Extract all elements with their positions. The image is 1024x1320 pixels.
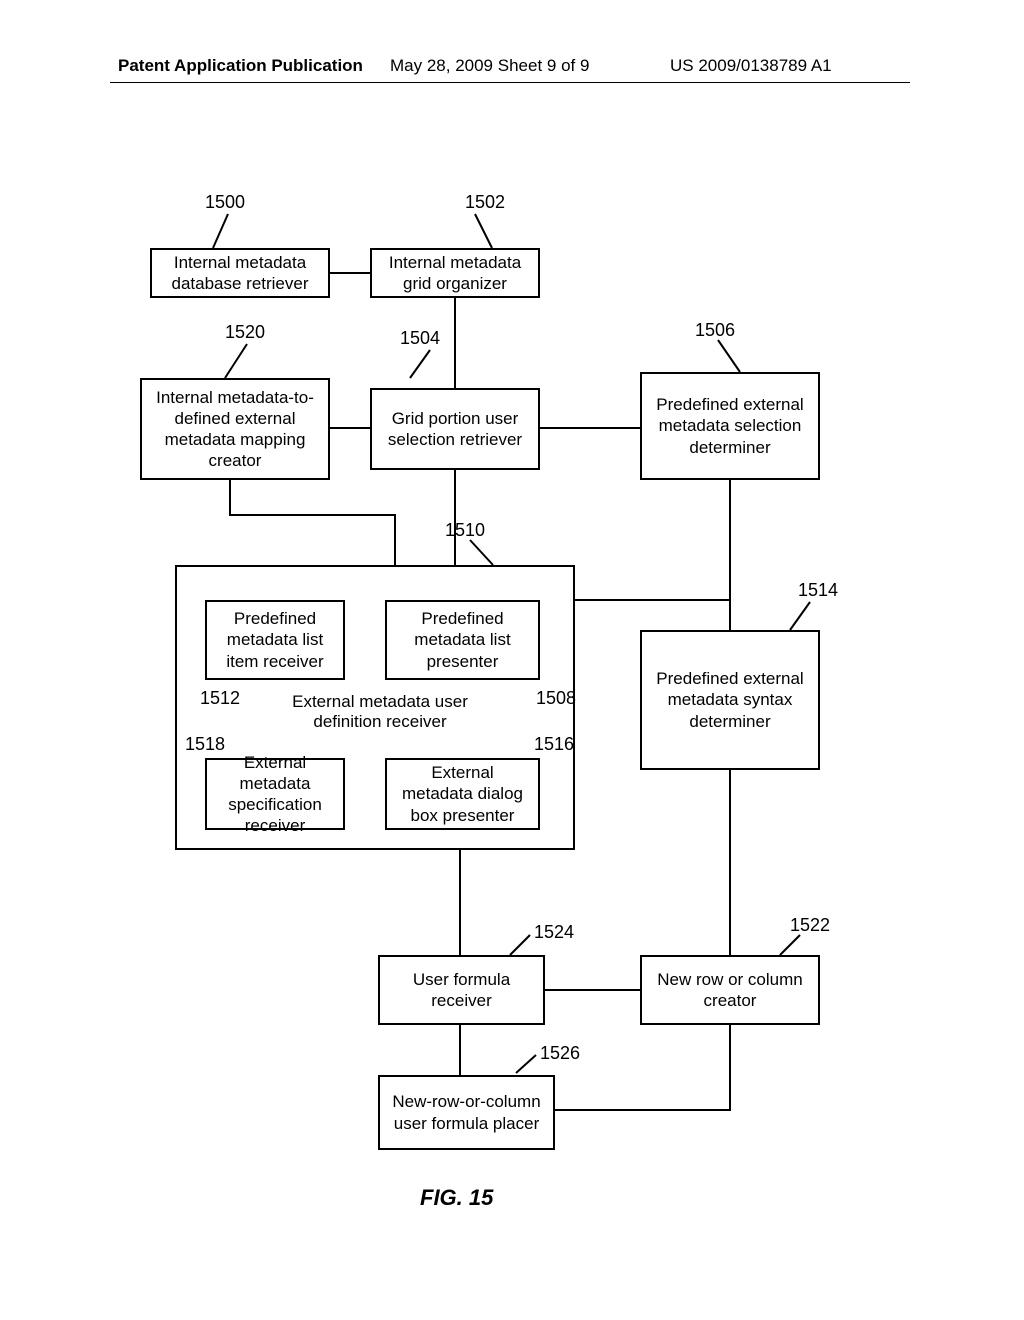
label-1504: 1504	[400, 328, 440, 349]
header-center: May 28, 2009 Sheet 9 of 9	[390, 56, 589, 76]
label-1508: 1508	[536, 688, 576, 709]
label-1520: 1520	[225, 322, 265, 343]
label-1516: 1516	[534, 734, 574, 755]
box-1526: New-row-or-column user formula placer	[378, 1075, 555, 1150]
label-1524: 1524	[534, 922, 574, 943]
label-1506: 1506	[695, 320, 735, 341]
label-1502: 1502	[465, 192, 505, 213]
label-1510: 1510	[445, 520, 485, 541]
container-caption: External metadata user definition receiv…	[270, 692, 490, 732]
box-1504: Grid portion user selection retriever	[370, 388, 540, 470]
box-1506: Predefined external metadata selection d…	[640, 372, 820, 480]
header-left: Patent Application Publication	[118, 56, 363, 76]
label-1512: 1512	[200, 688, 240, 709]
box-1508: Predefined metadata list presenter	[385, 600, 540, 680]
header-rule	[110, 82, 910, 83]
box-1520: Internal metadata-to-defined external me…	[140, 378, 330, 480]
box-1514: Predefined external metadata syntax dete…	[640, 630, 820, 770]
box-1516: External metadata dialog box presenter	[385, 758, 540, 830]
label-1518: 1518	[185, 734, 225, 755]
box-1522: New row or column creator	[640, 955, 820, 1025]
box-1518: External metadata specification receiver	[205, 758, 345, 830]
box-1502: Internal metadata grid organizer	[370, 248, 540, 298]
box-1512: Predefined metadata list item receiver	[205, 600, 345, 680]
label-1526: 1526	[540, 1043, 580, 1064]
label-1500: 1500	[205, 192, 245, 213]
box-1524: User formula receiver	[378, 955, 545, 1025]
label-1522: 1522	[790, 915, 830, 936]
label-1514: 1514	[798, 580, 838, 601]
box-1500: Internal metadata database retriever	[150, 248, 330, 298]
figure-caption: FIG. 15	[420, 1185, 493, 1211]
header-right: US 2009/0138789 A1	[670, 56, 832, 76]
